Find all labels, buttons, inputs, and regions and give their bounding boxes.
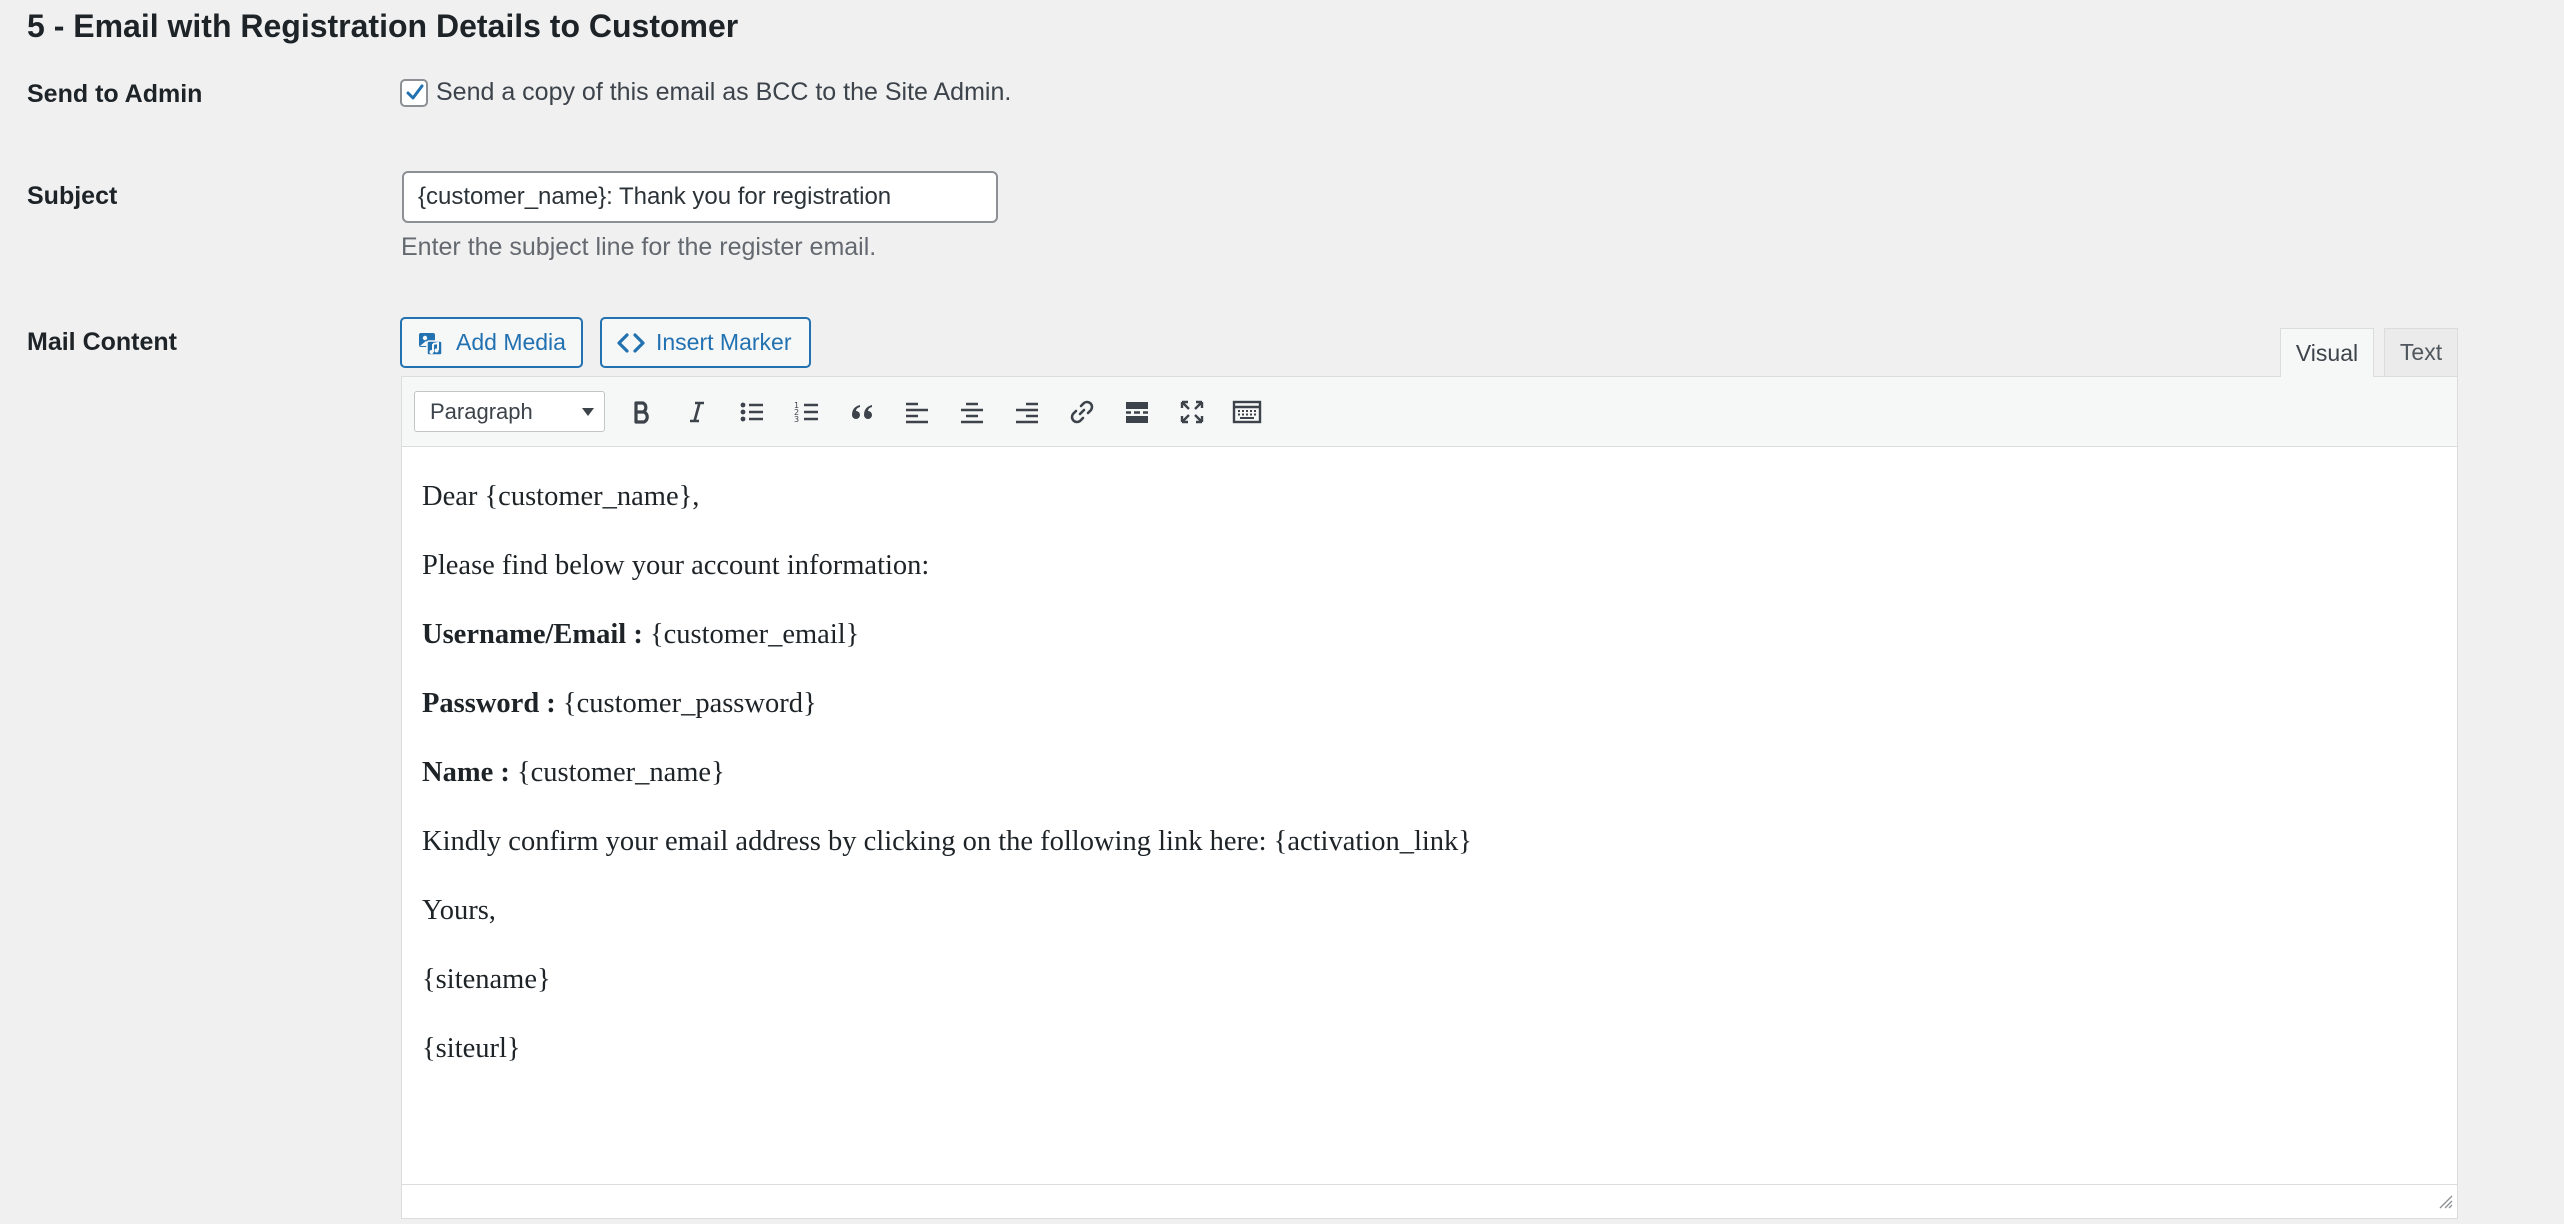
content-greeting: Dear {customer_name},	[422, 481, 700, 512]
mail-content-label: Mail Content	[27, 328, 177, 356]
content-name-label: Name :	[422, 757, 510, 788]
align-left-button[interactable]	[892, 387, 942, 437]
editor-statusbar	[402, 1184, 2457, 1218]
send-to-admin-label: Send to Admin	[27, 80, 203, 108]
fullscreen-icon	[1180, 400, 1204, 423]
blockquote-icon	[852, 404, 872, 419]
content-siteurl: {siteurl}	[422, 1033, 521, 1064]
add-media-icon	[416, 328, 446, 358]
content-password-value: {customer_password}	[555, 688, 817, 719]
content-sitename: {sitename}	[422, 964, 551, 995]
insert-link-button[interactable]	[1057, 387, 1107, 437]
align-right-icon	[1016, 402, 1038, 423]
resize-handle-icon[interactable]	[2437, 1193, 2453, 1214]
align-left-icon	[906, 402, 928, 423]
subject-description: Enter the subject line for the register …	[401, 233, 877, 261]
content-username-line: Username/Email : {customer_email}	[422, 616, 2439, 670]
align-center-button[interactable]	[947, 387, 997, 437]
content-username-label: Username/Email :	[422, 619, 643, 650]
bold-icon	[634, 400, 649, 424]
content-username-value: {customer_email}	[642, 619, 860, 650]
content-name-line: Name : {customer_name}	[422, 754, 2439, 808]
blockquote-button[interactable]	[837, 387, 887, 437]
bulleted-list-icon	[740, 402, 763, 421]
fullscreen-button[interactable]	[1167, 387, 1217, 437]
svg-text:3: 3	[794, 415, 799, 424]
numbered-list-icon: 1 2 3	[794, 401, 818, 424]
add-media-label: Add Media	[456, 329, 566, 355]
italic-button[interactable]	[672, 387, 722, 437]
italic-icon	[690, 401, 704, 422]
bulleted-list-button[interactable]	[727, 387, 777, 437]
section-title: 5 - Email with Registration Details to C…	[27, 8, 739, 44]
format-select[interactable]: Paragraph	[414, 391, 605, 432]
checkmark-icon	[406, 84, 424, 99]
content-password-line: Password : {customer_password}	[422, 685, 2439, 739]
content-intro: Please find below your account informati…	[422, 550, 930, 581]
settings-page: 5 - Email with Registration Details to C…	[0, 0, 2564, 1224]
toolbar-toggle-button[interactable]	[1222, 387, 1272, 437]
numbered-list-button[interactable]: 1 2 3	[782, 387, 832, 437]
read-more-icon	[1126, 401, 1148, 423]
toolbar-toggle-icon	[1232, 400, 1262, 423]
read-more-button[interactable]	[1112, 387, 1162, 437]
add-media-button[interactable]: Add Media	[400, 317, 583, 368]
align-right-button[interactable]	[1002, 387, 1052, 437]
editor-content[interactable]: Dear {customer_name}, Please find below …	[402, 447, 2457, 1084]
content-closing: Yours,	[422, 895, 496, 926]
code-icon	[616, 331, 646, 355]
subject-input[interactable]	[402, 171, 998, 223]
send-to-admin-option[interactable]: Send a copy of this email as BCC to the …	[400, 78, 1011, 107]
send-to-admin-checkbox-label: Send a copy of this email as BCC to the …	[436, 78, 1012, 106]
subject-label: Subject	[27, 182, 118, 210]
format-select-value: Paragraph	[430, 398, 533, 424]
insert-marker-label: Insert Marker	[656, 329, 792, 355]
chevron-down-icon	[582, 407, 594, 416]
send-to-admin-checkbox[interactable]	[400, 78, 428, 107]
content-password-label: Password :	[422, 688, 556, 719]
insert-marker-button[interactable]: Insert Marker	[600, 317, 811, 368]
tab-visual[interactable]: Visual	[2280, 328, 2374, 377]
bold-button[interactable]	[617, 387, 667, 437]
tab-text[interactable]: Text	[2384, 328, 2458, 376]
content-name-value: {customer_name}	[509, 757, 725, 788]
mail-content-editor: Paragraph 1 2 3 Dear {customer_name}, Pl…	[401, 376, 2458, 1219]
link-icon	[1070, 400, 1094, 423]
content-confirm: Kindly confirm your email address by cli…	[422, 826, 1472, 857]
align-center-icon	[961, 402, 983, 423]
editor-toolbar: Paragraph 1 2 3	[402, 377, 2457, 447]
